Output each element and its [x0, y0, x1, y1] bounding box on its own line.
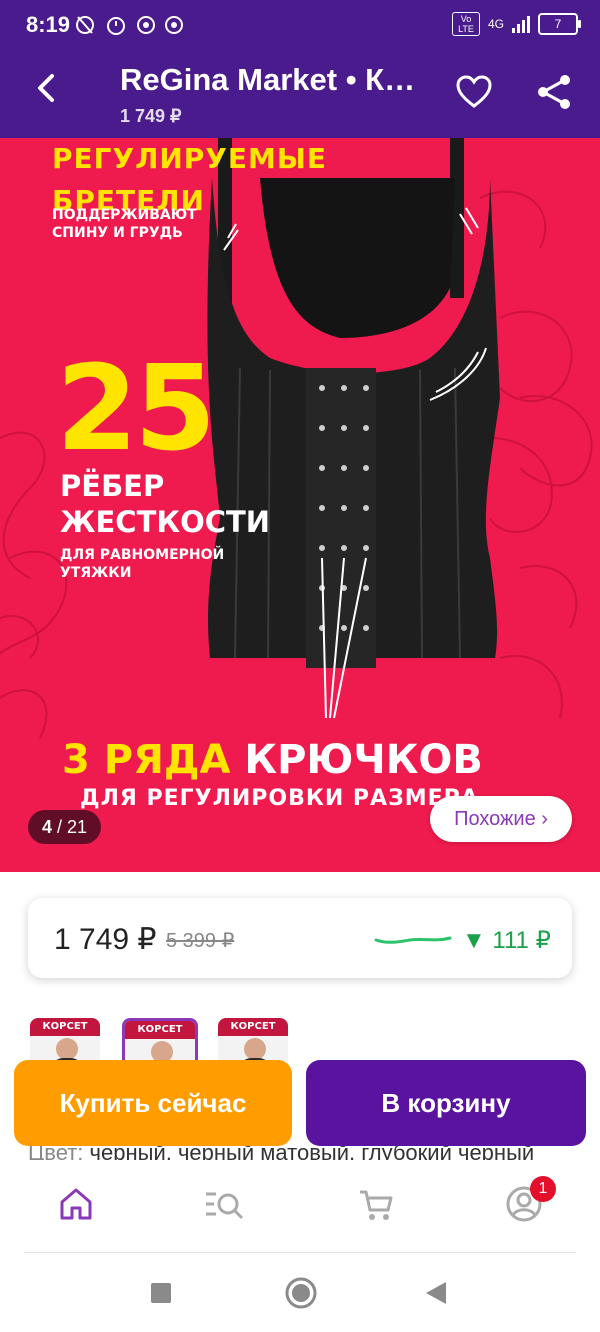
gallery-rows-yellow: 3 РЯДА	[62, 737, 231, 783]
thumbnail-face	[244, 1038, 266, 1060]
status-time: 8:19	[26, 12, 71, 37]
gallery-ribs-number: 25	[56, 339, 216, 477]
favorite-button[interactable]	[452, 70, 496, 114]
gallery-ribs-text: РЁБЕР ЖЕСТКОСТИ	[60, 469, 271, 539]
status-notification-icons	[76, 14, 196, 41]
price-drop: ▼ 111 ₽	[462, 927, 551, 954]
gallery-counter: 4 / 21	[28, 810, 102, 844]
gallery-rows-white: КРЮЧКОВ	[244, 737, 483, 783]
back-system-icon[interactable]	[424, 1280, 448, 1306]
product-image-gallery[interactable]: РЕГУЛИРУЕМЫЕ БРЕТЕЛИ ПОДДЕРЖИВАЮТ СПИНУ …	[0, 138, 600, 872]
battery-icon: 7	[538, 13, 581, 35]
app-bar: ReGina Market • Корсет 1 749 ₽	[0, 48, 600, 138]
old-price: 5 399 ₽	[166, 930, 235, 952]
home-icon	[60, 1188, 92, 1220]
thumbnail-face	[56, 1038, 78, 1060]
home-system-icon[interactable]	[284, 1276, 318, 1310]
back-button[interactable]	[24, 66, 68, 110]
thumbnail-label: КОРСЕТ	[30, 1018, 100, 1036]
gallery-rows-sub: ДЛЯ РЕГУЛИРОВКИ РАЗМЕРА	[80, 786, 479, 811]
bottom-nav: 1	[0, 1160, 600, 1254]
add-to-cart-button[interactable]: В корзину	[306, 1060, 586, 1146]
volte-icon: Vo LTE	[451, 12, 480, 36]
network-type: 4G	[487, 17, 504, 31]
current-price: 1 749 ₽	[54, 923, 157, 956]
share-button[interactable]	[532, 70, 576, 114]
share-icon	[538, 75, 570, 109]
gallery-counter-current: 4	[42, 817, 53, 837]
page-title: ReGina Market • Корсет	[120, 62, 430, 97]
buy-now-button[interactable]: Купить сейчас	[14, 1060, 292, 1146]
catalog-search-icon	[206, 1192, 244, 1220]
gallery-rows-headline: 3 РЯДА КРЮЧКОВ	[62, 736, 483, 784]
gallery-headline-sub: ПОДДЕРЖИВАЮТ СПИНУ И ГРУДЬ	[52, 207, 197, 241]
heart-icon	[456, 75, 492, 108]
nav-home[interactable]	[56, 1184, 96, 1224]
system-nav-bar	[0, 1254, 600, 1332]
thumbnail-label: КОРСЕТ	[125, 1021, 195, 1039]
price-trend-icon	[374, 936, 452, 944]
nav-catalog[interactable]	[204, 1184, 244, 1224]
signal-icon	[512, 15, 530, 33]
header-price: 1 749 ₽	[120, 106, 182, 126]
cart-icon	[360, 1190, 393, 1220]
gallery-ribs-sub: ДЛЯ РАВНОМЕРНОЙ УТЯЖКИ	[60, 547, 225, 581]
recents-icon[interactable]	[150, 1282, 172, 1304]
status-bar: 8:19 Vo LTE 4G 7	[0, 0, 600, 48]
gallery-counter-total: / 21	[57, 817, 88, 837]
price-card[interactable]: 1 749 ₽ 5 399 ₽ ▼ 111 ₽	[28, 898, 572, 978]
profile-badge: 1	[530, 1176, 556, 1202]
similar-button[interactable]: Похожие ›	[430, 796, 572, 842]
thumbnail-label: КОРСЕТ	[218, 1018, 288, 1036]
notification-icons	[76, 16, 183, 35]
status-right: Vo LTE 4G 7	[451, 12, 581, 36]
nav-divider	[24, 1252, 576, 1253]
nav-cart[interactable]	[356, 1184, 396, 1224]
back-arrow-icon	[38, 74, 54, 102]
